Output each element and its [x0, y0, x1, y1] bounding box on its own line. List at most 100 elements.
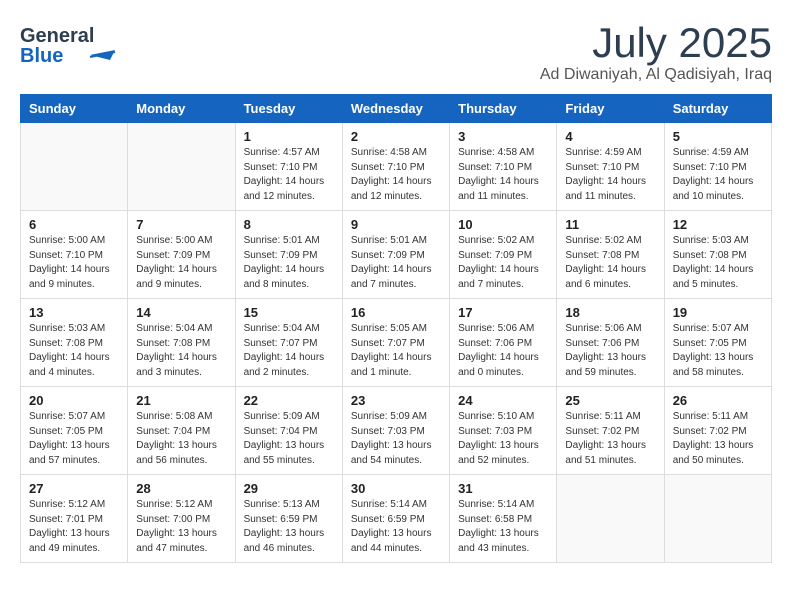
- day-number: 12: [673, 217, 763, 232]
- day-info: Sunrise: 5:13 AM Sunset: 6:59 PM Dayligh…: [244, 498, 334, 556]
- day-info: Sunrise: 5:10 AM Sunset: 7:03 PM Dayligh…: [458, 410, 548, 468]
- calendar-cell: 26 Sunrise: 5:11 AM Sunset: 7:02 PM Dayli…: [664, 387, 771, 475]
- day-number: 2: [351, 129, 441, 144]
- weekday-wednesday: Wednesday: [342, 95, 449, 123]
- weekday-friday: Friday: [557, 95, 664, 123]
- day-number: 4: [565, 129, 655, 144]
- day-info: Sunrise: 5:14 AM Sunset: 6:58 PM Dayligh…: [458, 498, 548, 556]
- day-info: Sunrise: 4:59 AM Sunset: 7:10 PM Dayligh…: [565, 146, 655, 204]
- day-number: 25: [565, 393, 655, 408]
- day-number: 30: [351, 481, 441, 496]
- day-number: 24: [458, 393, 548, 408]
- day-number: 13: [29, 305, 119, 320]
- weekday-tuesday: Tuesday: [235, 95, 342, 123]
- day-info: Sunrise: 5:07 AM Sunset: 7:05 PM Dayligh…: [673, 322, 763, 380]
- svg-text:General: General: [20, 25, 94, 47]
- day-number: 17: [458, 305, 548, 320]
- weekday-saturday: Saturday: [664, 95, 771, 123]
- day-info: Sunrise: 5:14 AM Sunset: 6:59 PM Dayligh…: [351, 498, 441, 556]
- calendar-cell: 28 Sunrise: 5:12 AM Sunset: 7:00 PM Dayli…: [128, 475, 235, 563]
- week-row-4: 20 Sunrise: 5:07 AM Sunset: 7:05 PM Dayli…: [21, 387, 772, 475]
- logo-icon: General Blue: [20, 20, 130, 70]
- day-info: Sunrise: 5:12 AM Sunset: 7:00 PM Dayligh…: [136, 498, 226, 556]
- day-number: 8: [244, 217, 334, 232]
- day-number: 31: [458, 481, 548, 496]
- calendar-cell: 29 Sunrise: 5:13 AM Sunset: 6:59 PM Dayli…: [235, 475, 342, 563]
- day-number: 18: [565, 305, 655, 320]
- day-info: Sunrise: 5:09 AM Sunset: 7:03 PM Dayligh…: [351, 410, 441, 468]
- day-info: Sunrise: 5:03 AM Sunset: 7:08 PM Dayligh…: [29, 322, 119, 380]
- calendar-cell: 30 Sunrise: 5:14 AM Sunset: 6:59 PM Dayli…: [342, 475, 449, 563]
- day-info: Sunrise: 5:12 AM Sunset: 7:01 PM Dayligh…: [29, 498, 119, 556]
- calendar-cell: 10 Sunrise: 5:02 AM Sunset: 7:09 PM Dayli…: [450, 211, 557, 299]
- calendar-cell: 8 Sunrise: 5:01 AM Sunset: 7:09 PM Daylig…: [235, 211, 342, 299]
- weekday-header-row: SundayMondayTuesdayWednesdayThursdayFrid…: [21, 95, 772, 123]
- calendar-cell: [664, 475, 771, 563]
- calendar-cell: 17 Sunrise: 5:06 AM Sunset: 7:06 PM Dayli…: [450, 299, 557, 387]
- day-info: Sunrise: 5:07 AM Sunset: 7:05 PM Dayligh…: [29, 410, 119, 468]
- day-info: Sunrise: 5:04 AM Sunset: 7:08 PM Dayligh…: [136, 322, 226, 380]
- day-number: 11: [565, 217, 655, 232]
- calendar-cell: 23 Sunrise: 5:09 AM Sunset: 7:03 PM Dayli…: [342, 387, 449, 475]
- day-info: Sunrise: 5:01 AM Sunset: 7:09 PM Dayligh…: [351, 234, 441, 292]
- calendar-cell: 19 Sunrise: 5:07 AM Sunset: 7:05 PM Dayli…: [664, 299, 771, 387]
- calendar-cell: 14 Sunrise: 5:04 AM Sunset: 7:08 PM Dayli…: [128, 299, 235, 387]
- day-info: Sunrise: 5:04 AM Sunset: 7:07 PM Dayligh…: [244, 322, 334, 380]
- day-info: Sunrise: 4:58 AM Sunset: 7:10 PM Dayligh…: [351, 146, 441, 204]
- svg-text:Blue: Blue: [20, 45, 63, 67]
- day-number: 28: [136, 481, 226, 496]
- day-number: 23: [351, 393, 441, 408]
- calendar-cell: 2 Sunrise: 4:58 AM Sunset: 7:10 PM Daylig…: [342, 123, 449, 211]
- calendar-cell: 12 Sunrise: 5:03 AM Sunset: 7:08 PM Dayli…: [664, 211, 771, 299]
- day-number: 20: [29, 393, 119, 408]
- calendar-cell: [557, 475, 664, 563]
- calendar-cell: 18Sunrise: 5:06 AM Sunset: 7:06 PM Dayli…: [557, 299, 664, 387]
- day-info: Sunrise: 5:03 AM Sunset: 7:08 PM Dayligh…: [673, 234, 763, 292]
- day-number: 10: [458, 217, 548, 232]
- logo: General Blue: [20, 20, 132, 70]
- calendar-cell: 5Sunrise: 4:59 AM Sunset: 7:10 PM Daylig…: [664, 123, 771, 211]
- month-title: July 2025: [540, 20, 772, 66]
- calendar-body: 1Sunrise: 4:57 AM Sunset: 7:10 PM Daylig…: [21, 123, 772, 563]
- day-number: 9: [351, 217, 441, 232]
- calendar-cell: 22 Sunrise: 5:09 AM Sunset: 7:04 PM Dayli…: [235, 387, 342, 475]
- day-number: 7: [136, 217, 226, 232]
- day-number: 22: [244, 393, 334, 408]
- day-info: Sunrise: 5:02 AM Sunset: 7:09 PM Dayligh…: [458, 234, 548, 292]
- calendar-cell: 16Sunrise: 5:05 AM Sunset: 7:07 PM Dayli…: [342, 299, 449, 387]
- calendar-cell: 11Sunrise: 5:02 AM Sunset: 7:08 PM Dayli…: [557, 211, 664, 299]
- title-block: July 2025 Ad Diwaniyah, Al Qadisiyah, Ir…: [540, 20, 772, 84]
- day-number: 15: [244, 305, 334, 320]
- weekday-thursday: Thursday: [450, 95, 557, 123]
- calendar-cell: 3Sunrise: 4:58 AM Sunset: 7:10 PM Daylig…: [450, 123, 557, 211]
- calendar-cell: 7Sunrise: 5:00 AM Sunset: 7:09 PM Daylig…: [128, 211, 235, 299]
- day-number: 3: [458, 129, 548, 144]
- calendar-cell: [128, 123, 235, 211]
- day-info: Sunrise: 5:01 AM Sunset: 7:09 PM Dayligh…: [244, 234, 334, 292]
- calendar-cell: 20 Sunrise: 5:07 AM Sunset: 7:05 PM Dayli…: [21, 387, 128, 475]
- day-info: Sunrise: 5:11 AM Sunset: 7:02 PM Dayligh…: [565, 410, 655, 468]
- calendar-cell: 25 Sunrise: 5:11 AM Sunset: 7:02 PM Dayli…: [557, 387, 664, 475]
- calendar-cell: 4 Sunrise: 4:59 AM Sunset: 7:10 PM Daylig…: [557, 123, 664, 211]
- weekday-sunday: Sunday: [21, 95, 128, 123]
- week-row-3: 13 Sunrise: 5:03 AM Sunset: 7:08 PM Dayli…: [21, 299, 772, 387]
- day-info: Sunrise: 5:06 AM Sunset: 7:06 PM Dayligh…: [458, 322, 548, 380]
- day-info: Sunrise: 4:57 AM Sunset: 7:10 PM Dayligh…: [244, 146, 334, 204]
- location: Ad Diwaniyah, Al Qadisiyah, Iraq: [540, 66, 772, 84]
- day-number: 29: [244, 481, 334, 496]
- weekday-monday: Monday: [128, 95, 235, 123]
- day-number: 26: [673, 393, 763, 408]
- calendar-cell: 9 Sunrise: 5:01 AM Sunset: 7:09 PM Daylig…: [342, 211, 449, 299]
- calendar-cell: [21, 123, 128, 211]
- week-row-5: 27Sunrise: 5:12 AM Sunset: 7:01 PM Dayli…: [21, 475, 772, 563]
- week-row-2: 6Sunrise: 5:00 AM Sunset: 7:10 PM Daylig…: [21, 211, 772, 299]
- day-info: Sunrise: 5:09 AM Sunset: 7:04 PM Dayligh…: [244, 410, 334, 468]
- day-number: 19: [673, 305, 763, 320]
- day-number: 21: [136, 393, 226, 408]
- calendar-cell: 15 Sunrise: 5:04 AM Sunset: 7:07 PM Dayli…: [235, 299, 342, 387]
- calendar-cell: 13 Sunrise: 5:03 AM Sunset: 7:08 PM Dayli…: [21, 299, 128, 387]
- calendar-table: SundayMondayTuesdayWednesdayThursdayFrid…: [20, 94, 772, 563]
- day-number: 14: [136, 305, 226, 320]
- day-info: Sunrise: 5:11 AM Sunset: 7:02 PM Dayligh…: [673, 410, 763, 468]
- day-info: Sunrise: 5:08 AM Sunset: 7:04 PM Dayligh…: [136, 410, 226, 468]
